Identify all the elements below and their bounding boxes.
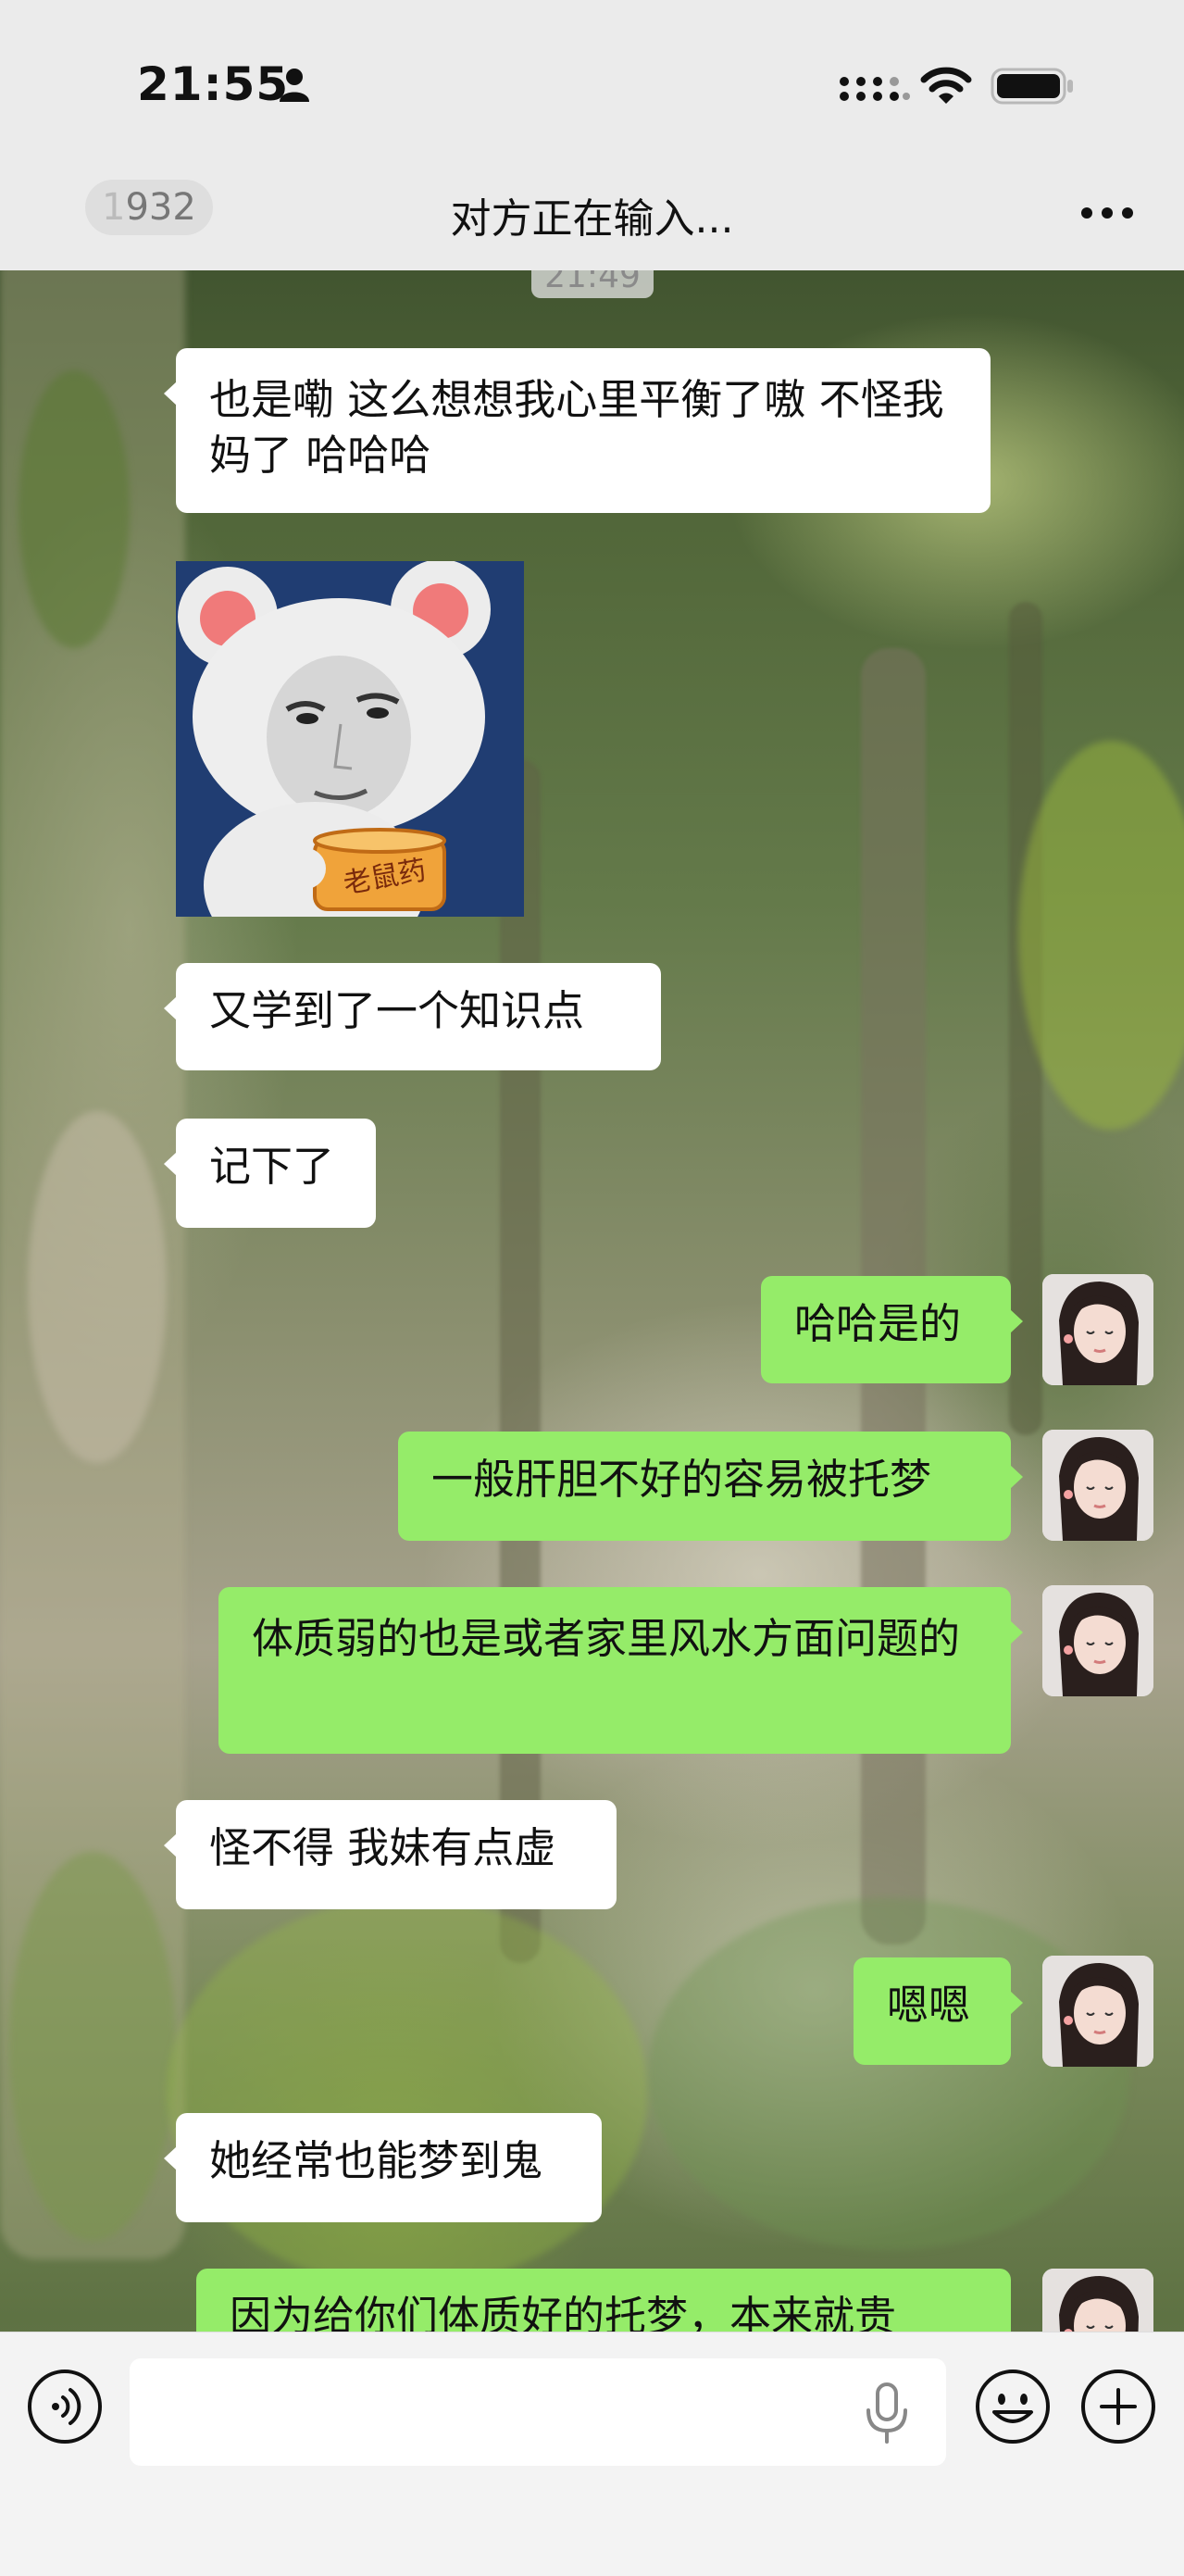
message-bubble-outgoing[interactable]: 体质弱的也是或者家里风水方面问题的 xyxy=(218,1587,1023,1754)
avatar[interactable] xyxy=(1042,1585,1153,1696)
emoji-icon[interactable] xyxy=(974,2368,1052,2445)
more-icon[interactable] xyxy=(1079,206,1135,220)
avatar[interactable] xyxy=(1042,1430,1153,1541)
chat-title: 对方正在输入... xyxy=(450,195,734,243)
message-bubble-incoming[interactable]: 她经常也能梦到鬼 xyxy=(164,2113,602,2222)
message-input[interactable] xyxy=(130,2358,946,2466)
sticker-image[interactable]: 老鼠药 xyxy=(176,561,524,917)
mic-icon[interactable] xyxy=(861,2381,913,2445)
status-time: 21:55 xyxy=(137,57,290,111)
avatar-portrait xyxy=(1042,1956,1153,2067)
message-bubble-incoming[interactable]: 记下了 xyxy=(164,1119,376,1228)
status-bar: 21:55 xyxy=(0,0,1184,167)
message-bubble-incoming[interactable]: 又学到了一个知识点 xyxy=(164,963,661,1070)
voice-icon[interactable] xyxy=(26,2368,104,2445)
avatar-portrait xyxy=(1042,1585,1153,1696)
signal-icon xyxy=(840,77,910,101)
message-bubble-outgoing[interactable]: 嗯嗯 xyxy=(854,1957,1023,2065)
avatar-portrait xyxy=(1042,1274,1153,1385)
avatar[interactable] xyxy=(1042,1274,1153,1385)
battery-icon xyxy=(991,68,1073,105)
message-input-bar xyxy=(0,2332,1184,2576)
message-bubble-outgoing[interactable]: 哈哈是的 xyxy=(761,1276,1023,1383)
person-icon xyxy=(280,69,309,102)
chat-header: 1932 对方正在输入... xyxy=(0,167,1184,270)
message-bubble-incoming[interactable]: 怪不得 我妹有点虚 xyxy=(164,1800,617,1909)
plus-icon[interactable] xyxy=(1079,2368,1157,2445)
message-bubble-incoming[interactable]: 也是嘞 这么想想我心里平衡了嗷 不怪我妈了 哈哈哈 xyxy=(164,348,991,513)
wifi-icon xyxy=(920,67,972,104)
avatar-portrait xyxy=(1042,1430,1153,1541)
avatar[interactable] xyxy=(1042,1956,1153,2067)
message-bubble-outgoing[interactable]: 一般肝胆不好的容易被托梦 xyxy=(398,1432,1023,1541)
